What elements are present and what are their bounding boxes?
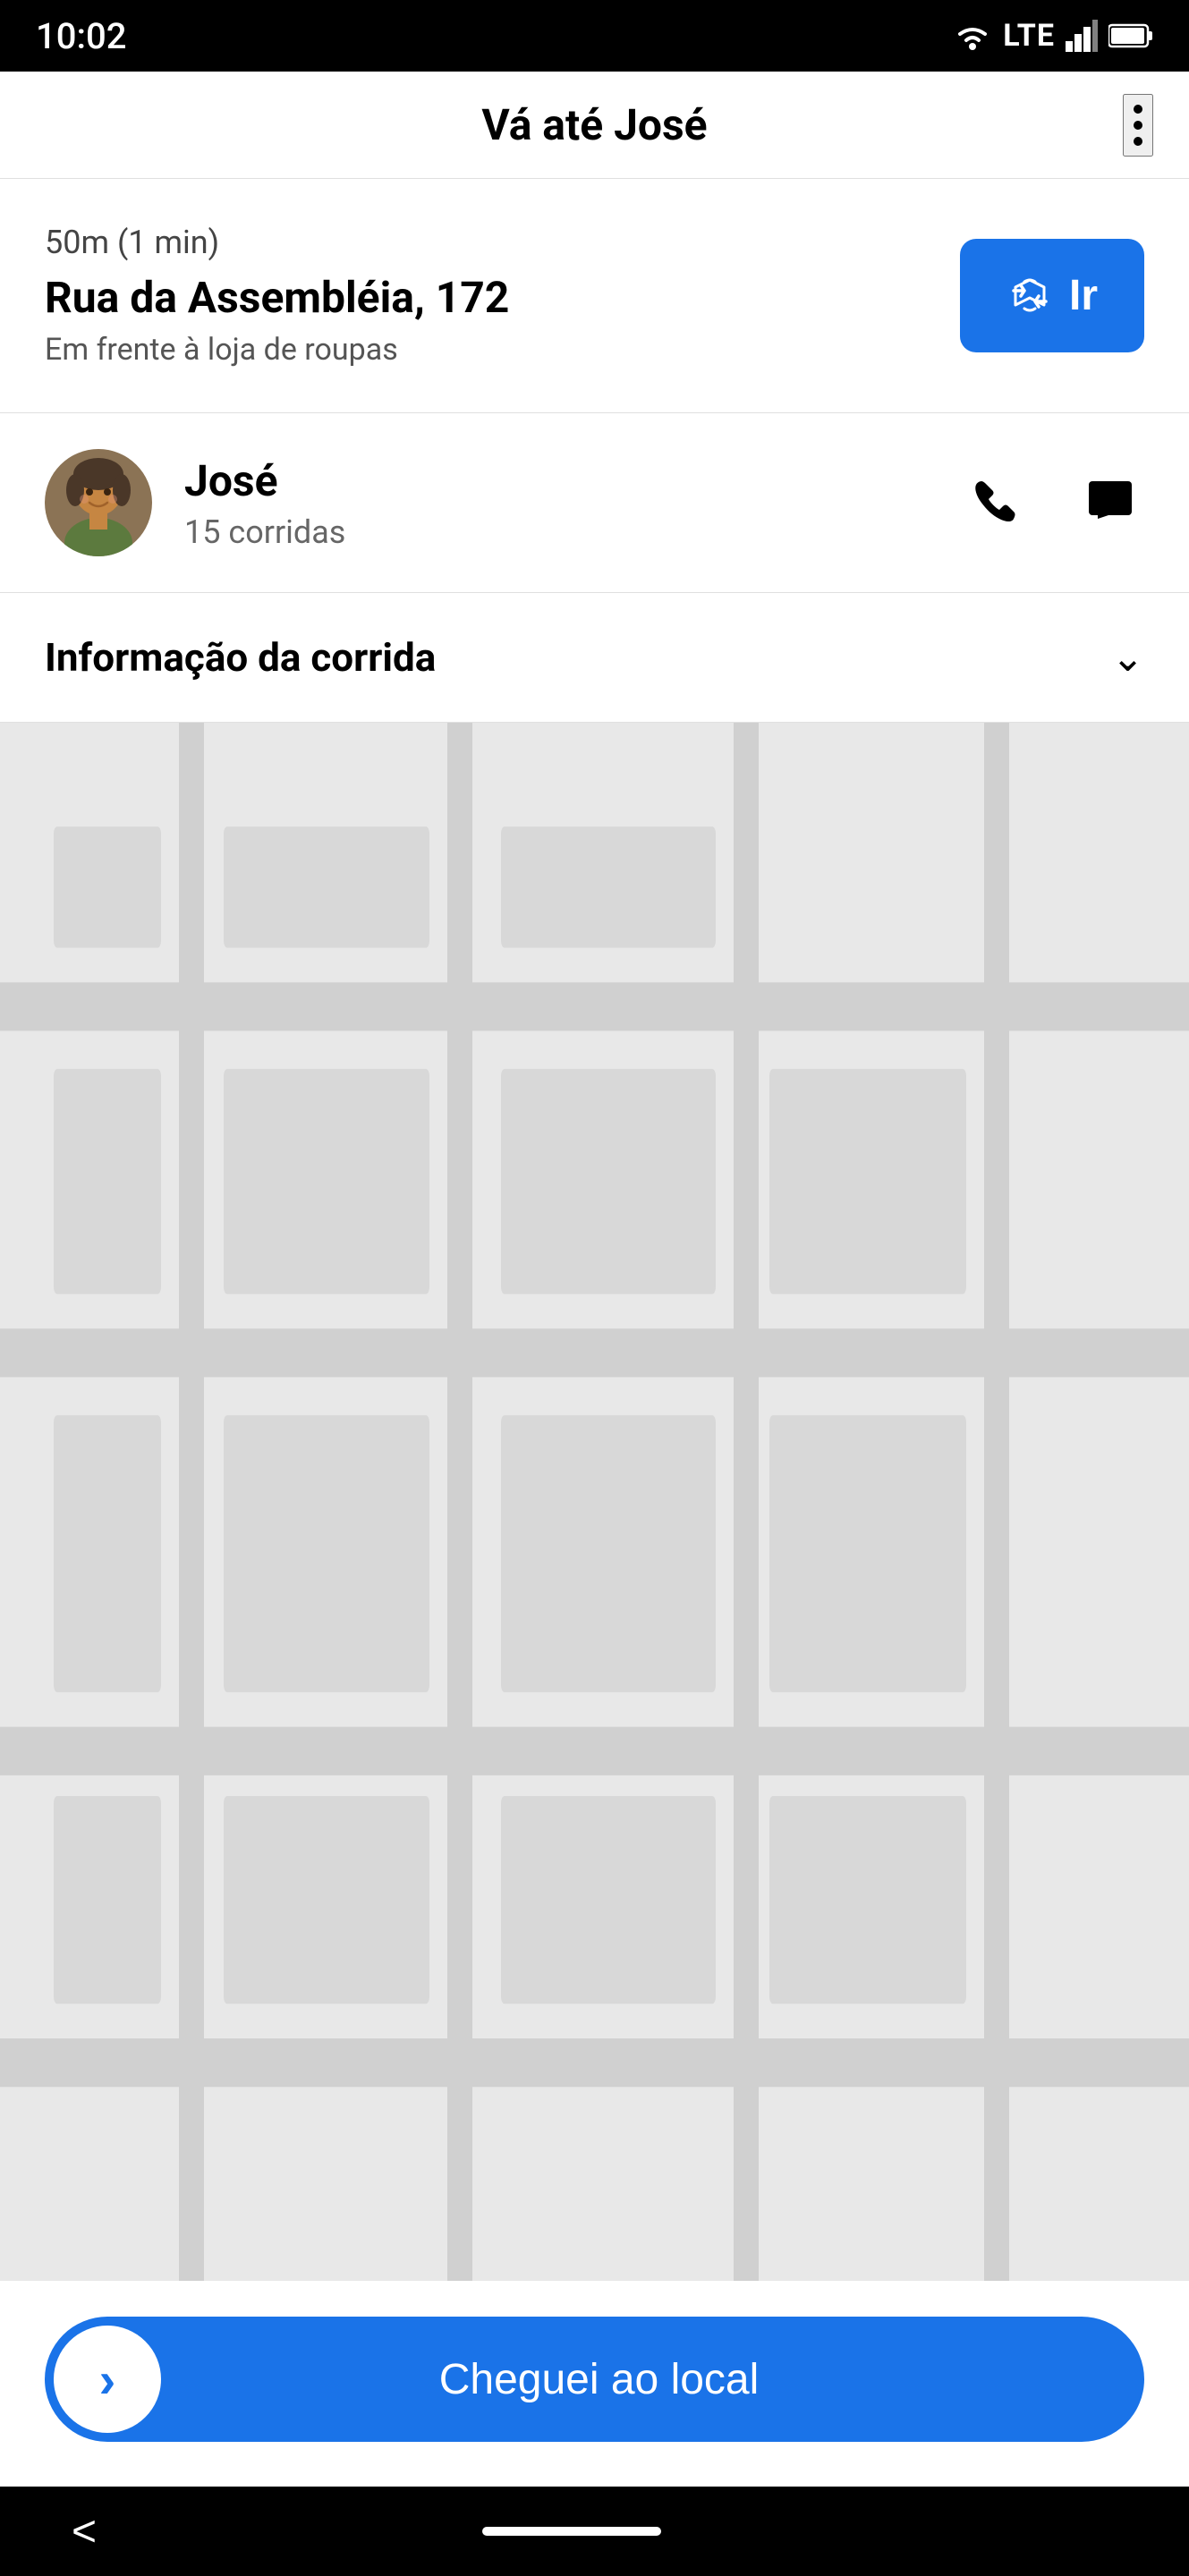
- back-button[interactable]: <: [72, 2507, 97, 2556]
- passenger-name: José: [184, 455, 964, 506]
- chat-icon: [1085, 478, 1135, 528]
- avatar: [45, 449, 152, 556]
- destination-card: 50m (1 min) Rua da Assembléia, 172 Em fr…: [0, 179, 1189, 413]
- nav-bar: <: [0, 2487, 1189, 2576]
- status-time: 10:02: [36, 15, 126, 57]
- status-icons: LTE: [953, 18, 1153, 54]
- status-bar: 10:02 LTE: [0, 0, 1189, 72]
- ride-info-accordion: Informação da corrida ⌄: [0, 593, 1189, 723]
- battery-icon: [1108, 23, 1153, 48]
- home-indicator[interactable]: [482, 2527, 661, 2536]
- accordion-header[interactable]: Informação da corrida ⌄: [0, 593, 1189, 722]
- phone-icon: [972, 478, 1023, 528]
- destination-info: 50m (1 min) Rua da Assembléia, 172 Em fr…: [45, 224, 924, 368]
- lte-label: LTE: [1003, 18, 1055, 54]
- chevron-down-icon: ⌄: [1111, 634, 1144, 681]
- passenger-actions: [964, 469, 1144, 537]
- dot-1: [1134, 105, 1142, 114]
- arrived-arrow-icon: ›: [99, 2351, 116, 2409]
- header-menu-button[interactable]: [1123, 94, 1153, 157]
- accordion-title: Informação da corrida: [45, 634, 436, 681]
- wifi-icon: [953, 20, 992, 52]
- arrived-label: Cheguei ao local: [161, 2355, 1037, 2404]
- phone-button[interactable]: [964, 469, 1032, 537]
- passenger-card: José 15 corridas: [0, 413, 1189, 593]
- dot-2: [1134, 121, 1142, 130]
- app-header: Vá até José: [0, 72, 1189, 179]
- navigate-label: Ir: [1069, 271, 1098, 320]
- passenger-details: José 15 corridas: [184, 455, 964, 551]
- map-svg: [0, 723, 1189, 2281]
- dot-3: [1134, 137, 1142, 146]
- passenger-rides: 15 corridas: [184, 513, 964, 551]
- destination-meta: 50m (1 min): [45, 224, 924, 261]
- signal-icon: [1066, 20, 1098, 52]
- map-area: [0, 723, 1189, 2281]
- chat-button[interactable]: [1076, 469, 1144, 537]
- bottom-bar: › Cheguei ao local: [0, 2281, 1189, 2487]
- navigate-button[interactable]: Ir: [960, 239, 1144, 352]
- navigate-icon: [1006, 273, 1053, 319]
- destination-address: Rua da Assembléia, 172: [45, 272, 924, 323]
- header-title: Vá até José: [481, 99, 707, 150]
- avatar-image: [45, 449, 152, 556]
- arrived-button[interactable]: › Cheguei ao local: [45, 2317, 1144, 2442]
- destination-hint: Em frente à loja de roupas: [45, 332, 924, 368]
- arrived-circle: ›: [54, 2326, 161, 2433]
